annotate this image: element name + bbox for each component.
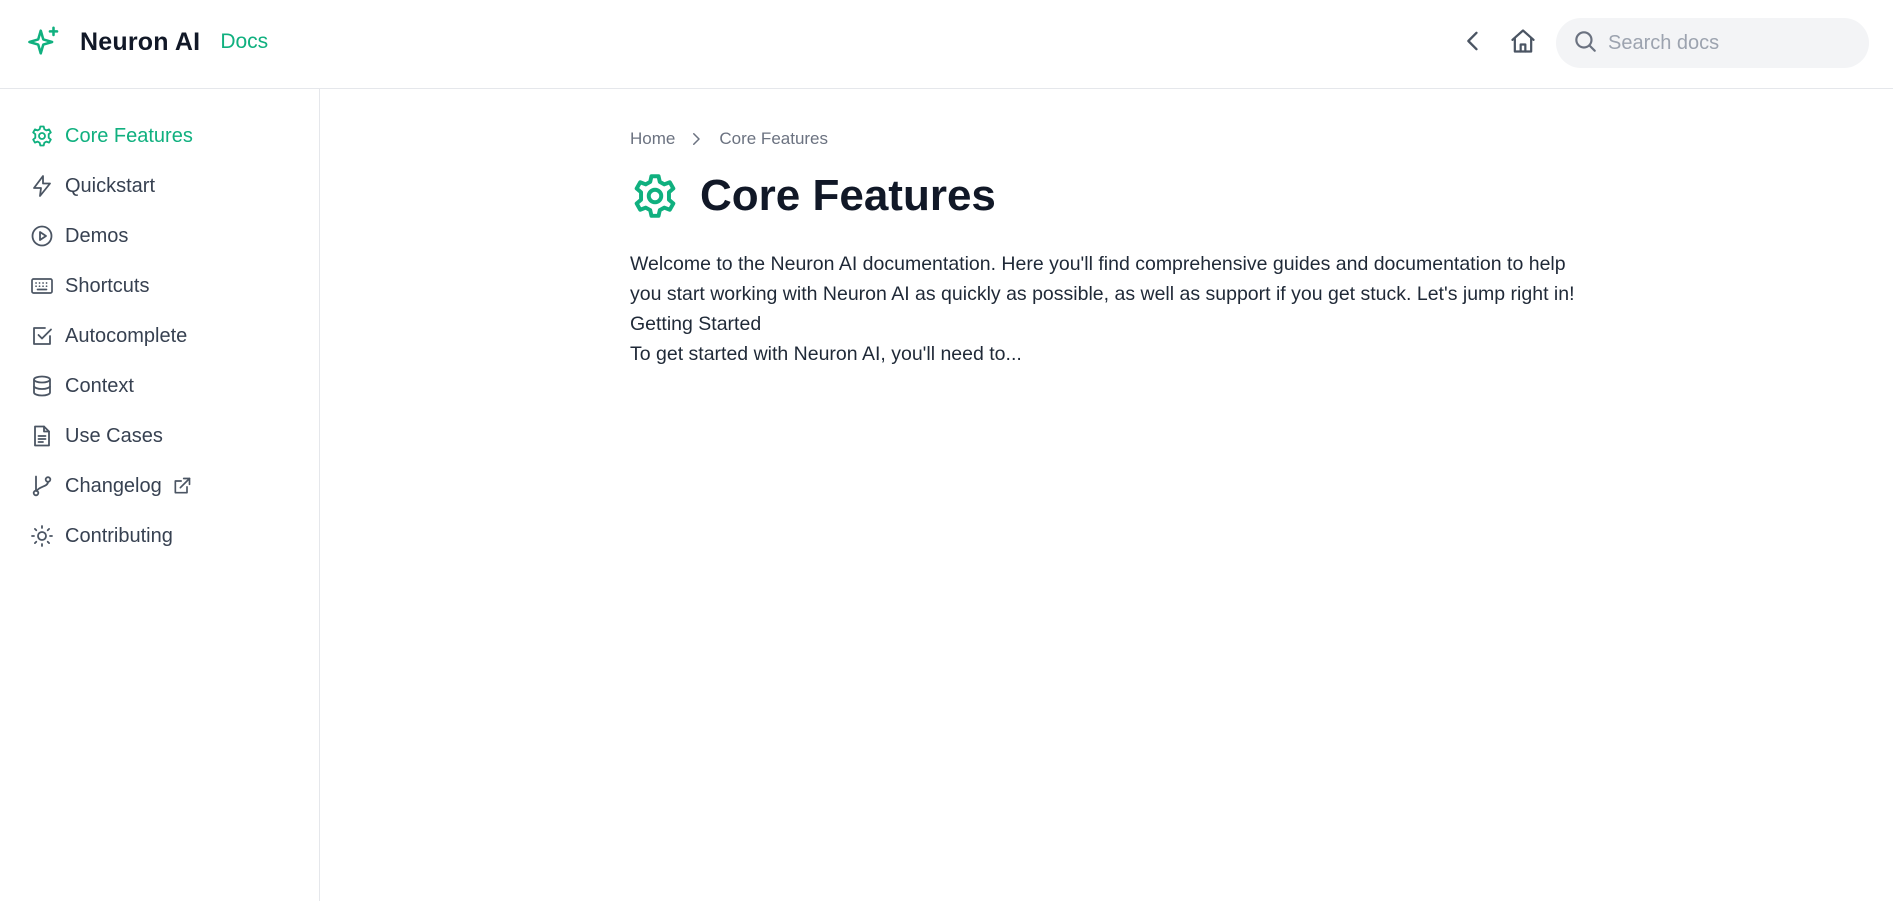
sidebar-item-label: Quickstart	[65, 174, 156, 197]
page-title: Core Features	[700, 171, 996, 220]
document-icon	[30, 424, 54, 448]
brand-name: Neuron AI	[80, 27, 201, 56]
chevron-right-icon	[687, 130, 705, 148]
sidebar-nav: Core Features Quickstart Demos Shortcuts…	[0, 89, 319, 561]
sidebar-item-core-features[interactable]: Core Features	[0, 111, 319, 161]
sidebar-item-shortcuts[interactable]: Shortcuts	[0, 261, 319, 311]
sidebar-item-quickstart[interactable]: Quickstart	[0, 161, 319, 211]
search-input[interactable]	[1608, 31, 1848, 55]
keyboard-icon	[30, 274, 54, 298]
intro-paragraph: Welcome to the Neuron AI documentation. …	[630, 253, 1575, 305]
home-icon	[1509, 27, 1537, 60]
sidebar-item-label: Use Cases	[65, 424, 163, 447]
sidebar-item-contributing[interactable]: Contributing	[0, 511, 319, 561]
section-heading: Getting Started	[630, 313, 762, 335]
breadcrumb-home-link[interactable]: Home	[630, 129, 675, 149]
main-content: Home Core Features Core Features Welcome…	[630, 89, 1630, 369]
external-link-icon	[172, 476, 192, 496]
article-body: Welcome to the Neuron AI documentation. …	[630, 249, 1590, 369]
sidebar-item-demos[interactable]: Demos	[0, 211, 319, 261]
breadcrumb-current: Core Features	[719, 129, 829, 148]
sparkles-icon	[28, 25, 62, 59]
sidebar-item-label: Demos	[65, 224, 129, 247]
sidebar-item-changelog[interactable]: Changelog	[0, 461, 319, 511]
section-paragraph: To get started with Neuron AI, you'll ne…	[630, 343, 1022, 365]
sidebar: Core Features Quickstart Demos Shortcuts…	[0, 89, 320, 901]
brand-docs-label[interactable]: Docs	[220, 30, 268, 54]
sidebar-item-label: Autocomplete	[65, 324, 188, 347]
database-icon	[30, 374, 54, 398]
sun-icon	[30, 524, 54, 548]
sidebar-item-context[interactable]: Context	[0, 361, 319, 411]
title-row: Core Features	[630, 171, 1630, 221]
sidebar-item-label: Core Features	[65, 124, 193, 147]
brand[interactable]: Neuron AI Docs	[28, 25, 268, 59]
check-square-icon	[30, 324, 54, 348]
back-button[interactable]	[1456, 26, 1490, 60]
play-circle-icon	[30, 224, 54, 248]
search-icon	[1572, 28, 1598, 59]
sidebar-item-label: Contributing	[65, 524, 173, 547]
search-box[interactable]	[1556, 18, 1869, 68]
lightning-icon	[30, 174, 54, 198]
home-button[interactable]	[1506, 26, 1540, 60]
gear-icon	[630, 171, 680, 221]
sidebar-item-use-cases[interactable]: Use Cases	[0, 411, 319, 461]
sidebar-item-label: Changelog	[65, 474, 162, 497]
git-branch-icon	[30, 474, 54, 498]
top-header: Neuron AI Docs	[0, 0, 1893, 89]
gear-icon	[30, 124, 54, 148]
header-actions	[1456, 18, 1869, 68]
sidebar-item-label: Context	[65, 374, 134, 397]
chevron-left-icon	[1459, 27, 1487, 60]
breadcrumb: Home Core Features	[630, 129, 1630, 149]
sidebar-item-label: Shortcuts	[65, 274, 150, 297]
sidebar-item-autocomplete[interactable]: Autocomplete	[0, 311, 319, 361]
